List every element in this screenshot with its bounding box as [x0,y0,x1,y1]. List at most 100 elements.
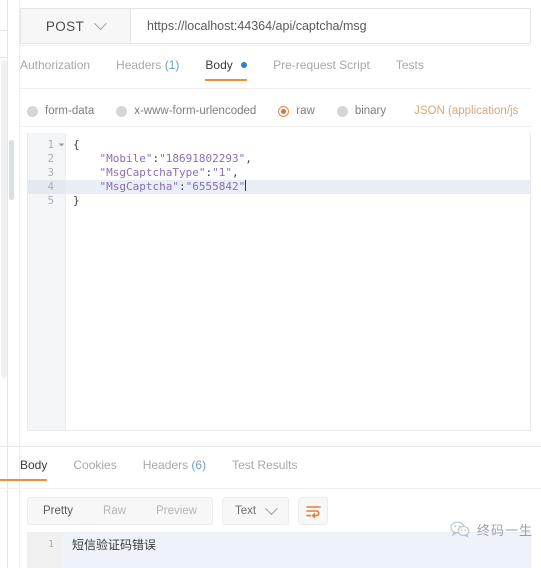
editor-line-number: 2 [47,153,54,165]
json-key: "MsgCaptcha" [99,180,179,193]
json-value: "6555842" [185,180,246,193]
tab-headers-label: Headers [116,58,162,72]
body-type-urlencoded-label: x-www-form-urlencoded [134,105,257,117]
response-tab-test-results[interactable]: Test Results [232,458,297,481]
radio-selected-icon [278,105,290,117]
json-key: "MsgCaptchaType" [99,166,206,179]
radio-icon [116,105,128,117]
body-type-binary[interactable]: binary [336,105,387,117]
editor-gutter: 1 2 3 4 5 [28,133,66,430]
response-code-area: 短信验证码错误 [62,533,530,568]
response-tab-headers-count: (6) [191,458,207,472]
tab-authorization-label: Authorization [20,58,91,72]
json-comma: , [245,152,252,165]
response-tab-body-label: Body [20,458,48,472]
radio-icon [336,105,348,117]
code-line: } [66,194,530,208]
view-mode-preview[interactable]: Preview [141,498,212,524]
code-line-brace: } [73,194,80,207]
response-gutter: 1 [28,533,62,568]
wrap-lines-icon [305,505,321,518]
view-mode-raw[interactable]: Raw [88,498,141,524]
pane-edge-strip [9,0,20,568]
http-method-label: POST [45,18,85,34]
response-tab-cookies[interactable]: Cookies [73,458,116,481]
body-type-divider [20,126,531,127]
request-body-editor[interactable]: 1 2 3 4 5 { "Mobile": "18691802293", "Msg… [27,133,531,431]
content-type-select[interactable]: JSON (application/js [414,105,518,117]
tab-pre-request-script[interactable]: Pre-request Script [273,58,370,81]
radio-icon [27,105,38,117]
chevron-down-icon [265,501,278,515]
tab-tests-label: Tests [395,58,424,72]
request-tabs-divider [20,88,531,89]
url-input[interactable]: https://localhost:44364/api/captcha/msg [131,9,530,43]
response-tab-test-results-label: Test Results [232,458,298,472]
body-type-raw-label: raw [296,105,315,117]
response-body-viewer[interactable]: 1 短信验证码错误 [27,532,531,568]
response-tab-headers-label: Headers [142,458,189,472]
url-text: https://localhost:44364/api/captcha/msg [147,19,367,33]
request-pane: POST https://localhost:44364/api/captcha… [20,0,541,447]
sidebar-divider-mid [0,57,8,58]
code-line: "MsgCaptchaType":"1", [66,166,530,180]
response-tab-headers[interactable]: Headers (6) [143,458,206,481]
response-line-number: 1 [47,539,54,550]
tab-headers[interactable]: Headers (1) [116,58,179,81]
body-modified-dot-icon [241,62,248,68]
tab-body-label: Body [205,58,233,72]
body-type-form-data-label: form-data [45,105,95,117]
body-type-radio-group: form-data x-www-form-urlencoded raw bina… [27,100,531,122]
editor-code-area[interactable]: { "Mobile": "18691802293", "MsgCaptchaTyp… [66,133,530,430]
text-caret [245,180,247,191]
editor-scrollbar[interactable] [9,140,14,200]
tab-body[interactable]: Body [205,58,248,81]
tab-headers-count: (1) [164,58,180,72]
line-number-text: 1 [47,139,54,151]
code-line-active: "MsgCaptcha":"6555842" [66,180,530,194]
json-comma: , [231,166,239,179]
wrap-lines-button[interactable] [298,497,329,525]
response-view-mode-group: Pretty Raw Preview [27,497,213,525]
json-colon: : [178,180,186,193]
editor-line-number-active: 4 [28,180,65,194]
fold-arrow-icon[interactable] [58,143,65,147]
url-row-divider [20,45,531,46]
url-row: POST https://localhost:44364/api/captcha… [20,8,531,44]
response-tab-body[interactable]: Body [0,458,48,481]
code-line-brace: { [73,138,80,151]
postman-window: POST https://localhost:44364/api/captcha… [0,0,541,568]
editor-line-number: 1 [28,138,65,152]
body-type-form-data[interactable]: form-data [27,105,94,117]
body-type-urlencoded[interactable]: x-www-form-urlencoded [116,105,256,117]
editor-line-number: 5 [47,195,54,207]
body-type-binary-label: binary [354,105,387,117]
tab-authorization[interactable]: Authorization [20,58,90,81]
response-toolbar: Pretty Raw Preview Text [27,497,329,525]
chevron-down-icon [94,16,108,30]
response-tabs: Body Cookies Headers (6) Test Results [0,458,531,488]
request-tabs: Authorization Headers (1) Body Pre-reque… [20,58,531,88]
sidebar-scrollbar[interactable] [1,60,7,378]
tab-pre-request-script-label: Pre-request Script [273,58,370,72]
response-body-text: 短信验证码错误 [72,538,157,552]
collapsed-sidebar-strip [0,0,8,568]
response-tabs-divider [0,488,541,489]
editor-line-number: 3 [47,167,54,179]
sidebar-divider-top [0,30,8,31]
tab-tests[interactable]: Tests [396,58,424,81]
response-tab-cookies-label: Cookies [73,458,117,472]
response-format-select[interactable]: Text [221,497,290,525]
response-format-label: Text [234,505,257,517]
code-line: { [66,138,530,152]
response-pane: Body Cookies Headers (6) Test Results Pr… [0,447,541,568]
body-type-raw[interactable]: raw [278,105,315,117]
view-mode-pretty[interactable]: Pretty [28,498,88,524]
json-key: "Mobile" [99,152,153,165]
http-method-select[interactable]: POST [21,9,131,43]
json-value: "1" [212,166,232,179]
json-value: "18691802293" [159,152,246,165]
